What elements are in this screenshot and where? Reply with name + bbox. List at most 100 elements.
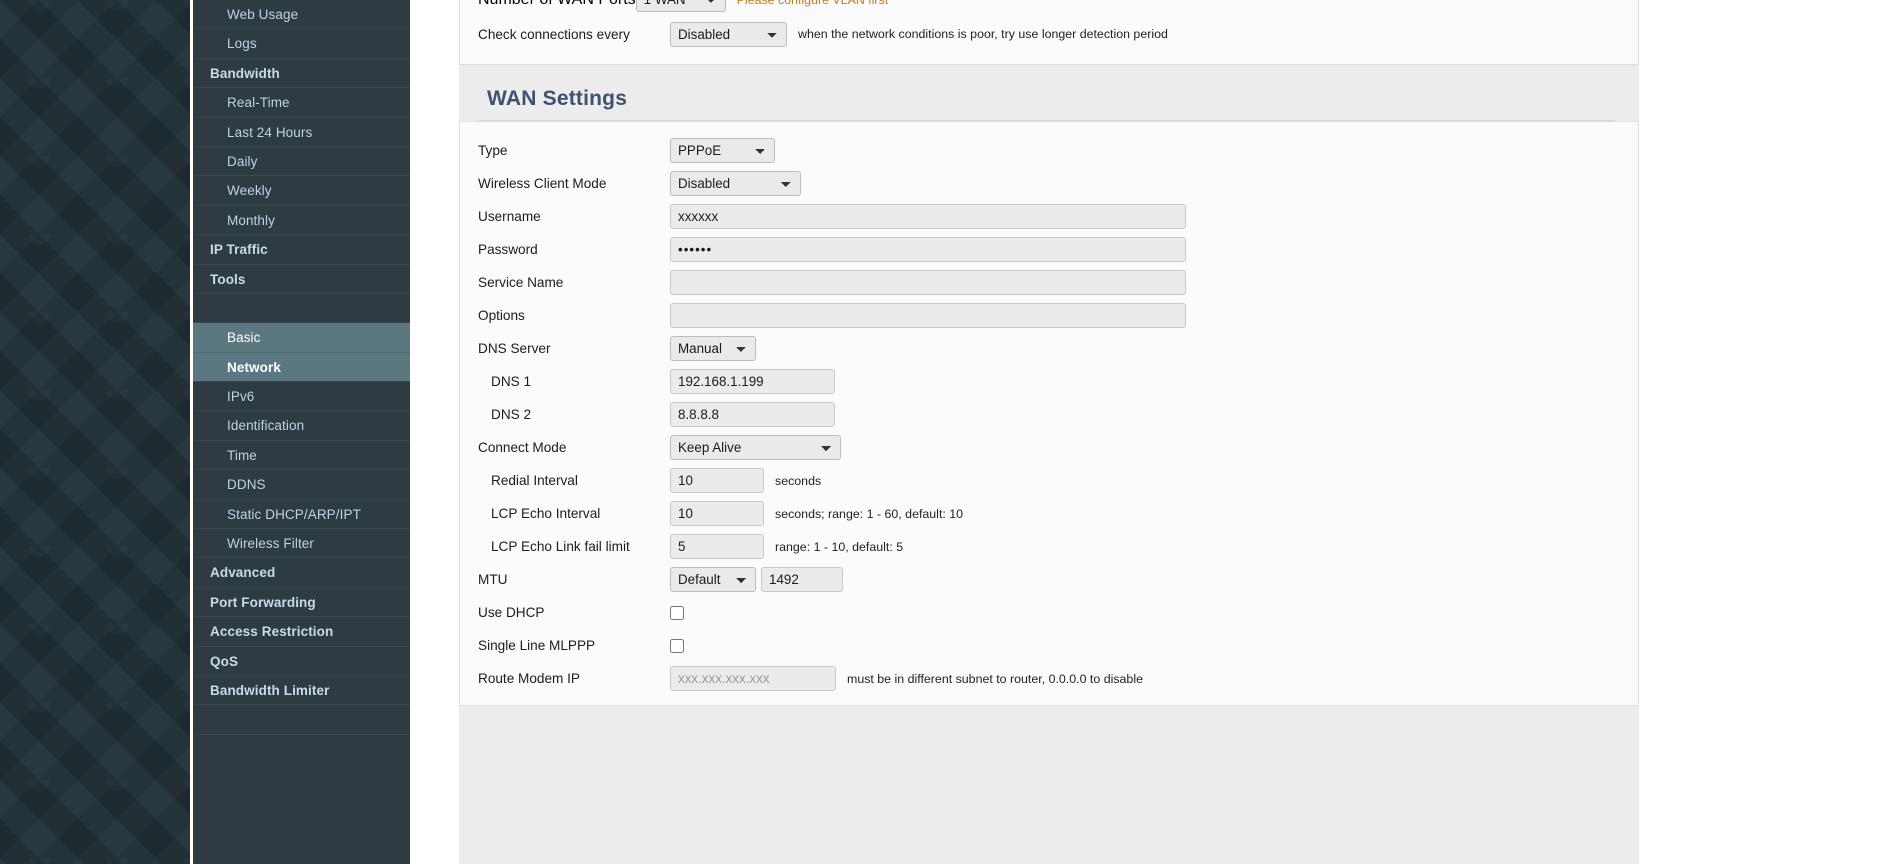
page-title: WAN Settings [479,65,1615,121]
sidebar-item-label: Identification [227,418,304,433]
route-modem-ip-label: Route Modem IP [478,671,670,686]
password-row: Password [460,233,1638,266]
sidebar-item-label: Bandwidth [210,66,280,81]
connect-mode-select[interactable]: Keep Alive [670,435,841,460]
sidebar-item-access-restriction[interactable]: Access Restriction [193,617,410,646]
service-name-label: Service Name [478,275,670,290]
use-dhcp-row: Use DHCP [460,596,1638,629]
sidebar-item-label: Logs [227,36,257,51]
mtu-label: MTU [478,572,670,587]
sidebar-item-label: Basic [227,330,261,345]
check-connections-row: Check connections every Disabled when th… [460,16,1638,52]
sidebar-item-time[interactable]: Time [193,441,410,470]
route-modem-ip-input[interactable] [670,666,836,691]
sidebar-item-label: QoS [210,654,238,669]
redial-interval-label: Redial Interval [478,473,670,488]
options-input[interactable] [670,303,1186,328]
dns2-row: DNS 2 [460,398,1638,431]
sidebar-item-label: Weekly [227,183,272,198]
sidebar-item-qos[interactable]: QoS [193,647,410,676]
wireless-client-mode-row: Wireless Client Mode Disabled [460,167,1638,200]
sidebar-item-identification[interactable]: Identification [193,411,410,440]
dns2-label: DNS 2 [478,407,670,422]
username-input[interactable] [670,204,1186,229]
app-shell: Web Usage Logs Bandwidth Real-Time Last … [190,0,1895,864]
sidebar-item-label: Tools [210,272,246,287]
lcp-echo-interval-row: LCP Echo Interval seconds; range: 1 - 60… [460,497,1638,530]
sidebar-item-label: Bandwidth Limiter [210,683,329,698]
service-name-input[interactable] [670,270,1186,295]
sidebar-item-advanced[interactable]: Advanced [193,558,410,587]
connect-mode-row: Connect Mode Keep Alive [460,431,1638,464]
type-row: Type PPPoE [460,134,1638,167]
sidebar-item-real-time[interactable]: Real-Time [193,88,410,117]
check-connections-hint: when the network conditions is poor, try… [798,27,1168,41]
dns-server-row: DNS Server Manual [460,332,1638,365]
sidebar-item-daily[interactable]: Daily [193,147,410,176]
sidebar-item-network[interactable]: Network [193,353,410,382]
wan-settings-header: WAN Settings [459,65,1639,121]
sidebar-item-basic[interactable]: Basic [193,323,410,352]
sidebar-item-label: Static DHCP/ARP/IPT [227,507,361,522]
wan-type-select[interactable]: PPPoE [670,138,775,163]
sidebar-item-label: IPv6 [227,389,254,404]
redial-interval-input[interactable] [670,468,764,493]
sidebar-item-label: Last 24 Hours [227,125,312,140]
lcp-echo-interval-input[interactable] [670,501,764,526]
mtu-mode-select[interactable]: Default [670,567,756,592]
sidebar-item-logs[interactable]: Logs [193,29,410,58]
sidebar-item-bandwidth[interactable]: Bandwidth [193,59,410,88]
username-row: Username [460,200,1638,233]
dns1-label: DNS 1 [478,374,670,389]
sidebar-item-monthly[interactable]: Monthly [193,206,410,235]
sidebar-item-last-24-hours[interactable]: Last 24 Hours [193,118,410,147]
check-connections-select[interactable]: Disabled [670,22,787,47]
number-of-wan-ports-row: Number of WAN Ports 1 WAN Please configu… [460,0,1638,16]
sidebar-separator-2 [193,705,410,734]
sidebar-item-label: Advanced [210,565,275,580]
use-dhcp-checkbox[interactable] [670,606,684,620]
number-of-wan-ports-select[interactable]: 1 WAN [636,0,726,12]
wan-ports-panel: Number of WAN Ports 1 WAN Please configu… [459,0,1639,65]
lcp-echo-interval-label: LCP Echo Interval [478,506,670,521]
dns-server-select[interactable]: Manual [670,336,756,361]
sidebar-item-label: Real-Time [227,95,290,110]
lcp-echo-fail-input[interactable] [670,534,764,559]
lcp-echo-fail-hint: range: 1 - 10, default: 5 [775,540,903,554]
single-line-mlppp-checkbox[interactable] [670,639,684,653]
sidebar-item-label: IP Traffic [210,242,268,257]
lcp-echo-interval-hint: seconds; range: 1 - 60, default: 10 [775,507,963,521]
sidebar-item-label: DDNS [227,477,266,492]
sidebar-item-static-dhcp-arp-ipt[interactable]: Static DHCP/ARP/IPT [193,500,410,529]
dns2-input[interactable] [670,402,835,427]
sidebar-item-web-usage[interactable]: Web Usage [193,0,410,29]
redial-interval-row: Redial Interval seconds [460,464,1638,497]
main-area: Number of WAN Ports 1 WAN Please configu… [410,0,1895,864]
password-input[interactable] [670,237,1186,262]
route-modem-ip-row: Route Modem IP must be in different subn… [460,662,1638,695]
sidebar-item-ddns[interactable]: DDNS [193,470,410,499]
sidebar-item-weekly[interactable]: Weekly [193,176,410,205]
wireless-client-mode-select[interactable]: Disabled [670,171,801,196]
sidebar-item-label: Access Restriction [210,624,333,639]
connect-mode-label: Connect Mode [478,440,670,455]
content-column: Number of WAN Ports 1 WAN Please configu… [459,0,1639,864]
lcp-echo-fail-row: LCP Echo Link fail limit range: 1 - 10, … [460,530,1638,563]
options-row: Options [460,299,1638,332]
sidebar-item-label: Daily [227,154,258,169]
check-connections-label: Check connections every [478,27,670,42]
sidebar-item-ipv6[interactable]: IPv6 [193,382,410,411]
sidebar-item-label: Web Usage [227,7,298,22]
mtu-value-input[interactable] [761,567,843,592]
password-label: Password [478,242,670,257]
sidebar-item-wireless-filter[interactable]: Wireless Filter [193,529,410,558]
sidebar-item-ip-traffic[interactable]: IP Traffic [193,235,410,264]
dns-server-label: DNS Server [478,341,670,356]
sidebar-item-tools[interactable]: Tools [193,265,410,294]
sidebar-item-port-forwarding[interactable]: Port Forwarding [193,588,410,617]
number-of-wan-ports-label: Number of WAN Ports [478,0,636,9]
sidebar-item-bandwidth-limiter[interactable]: Bandwidth Limiter [193,676,410,705]
right-white-gutter [1639,0,1895,864]
dns1-input[interactable] [670,369,835,394]
options-label: Options [478,308,670,323]
